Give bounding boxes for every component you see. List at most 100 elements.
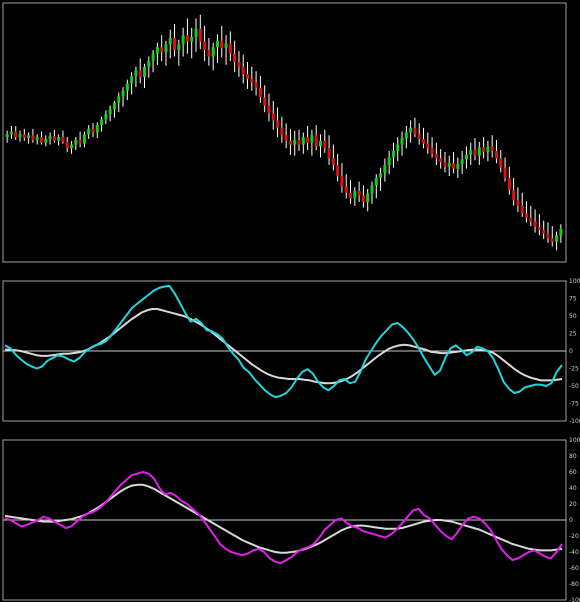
candle-body (482, 147, 486, 152)
candle-body (499, 158, 503, 168)
candle-body (190, 37, 194, 42)
candle-body (100, 119, 104, 126)
candle-body (203, 41, 207, 50)
candle-body (297, 139, 301, 145)
candle-body (31, 135, 35, 140)
candle-body (525, 213, 529, 218)
candle-body (391, 151, 395, 158)
candle-body (529, 217, 533, 222)
candle-body (357, 190, 361, 196)
candle-body (361, 195, 365, 203)
candle-body (546, 233, 550, 239)
candle-body (22, 134, 26, 139)
candle-body (224, 43, 228, 49)
y-tick-label: 75 (569, 296, 577, 303)
candle-body (151, 53, 155, 62)
candle-body (246, 74, 250, 79)
candle-body (555, 235, 559, 242)
candle-body (91, 128, 95, 133)
candle-body (173, 37, 177, 50)
y-tick-label: 100 (569, 437, 580, 444)
candle-body (44, 138, 48, 143)
candle-body (533, 221, 537, 228)
candle-body (198, 28, 202, 42)
candle-body (147, 61, 151, 67)
y-tick-label: 100 (569, 278, 580, 285)
candle-body (288, 140, 292, 145)
candle-body (250, 78, 254, 83)
candle-body (39, 137, 43, 143)
candle-body (447, 163, 451, 167)
candle-body (473, 150, 477, 156)
candle-body (185, 35, 189, 42)
y-tick-label: 0 (569, 348, 573, 355)
candle-body (314, 135, 318, 147)
candle-body (194, 28, 198, 38)
candle-body (417, 134, 421, 139)
candle-body (383, 164, 387, 174)
candle-body (95, 125, 99, 133)
candle-body (353, 190, 357, 199)
y-tick-label: 40 (569, 485, 577, 492)
candle-body (35, 137, 39, 140)
y-tick-label: 25 (569, 331, 577, 338)
candle-body (301, 137, 305, 145)
candle-body (142, 66, 147, 77)
candle-body (125, 83, 129, 91)
candle-body (413, 127, 417, 135)
candle-body (344, 186, 348, 193)
candle-body (366, 193, 370, 203)
candle-body (164, 44, 168, 52)
candle-body (507, 177, 511, 190)
candle-body (263, 97, 267, 106)
chart-canvas: 100 75 50 25 0 -25 -50 -75 -100 100 80 60 40 20 0 -20 -4… (2, 2, 580, 602)
candle-body (276, 120, 280, 128)
candle-body (254, 82, 258, 89)
candle-body (52, 136, 56, 141)
y-tick-label: -40 (569, 549, 579, 556)
candle-body (452, 163, 456, 169)
series-line (5, 308, 563, 385)
candle-body (57, 137, 61, 141)
candle-body (82, 134, 86, 144)
candle-body (134, 70, 138, 76)
candle-body (443, 162, 447, 167)
candle-body (409, 127, 413, 133)
candle-body (430, 148, 434, 154)
y-tick-label: -60 (569, 565, 579, 572)
candle-body (5, 134, 9, 138)
candle-body (70, 144, 74, 149)
candle-body (108, 109, 112, 114)
y-tick-label: 80 (569, 453, 577, 460)
candle-body (233, 53, 237, 63)
candle-body (211, 47, 215, 57)
candle-body (490, 146, 494, 152)
candle-body (237, 62, 241, 67)
candle-body (177, 44, 181, 50)
series-line (4, 284, 563, 399)
candle-body (396, 144, 400, 152)
candle-body (400, 138, 404, 145)
candle-body (327, 148, 331, 159)
candle-body (14, 131, 18, 138)
series-line (4, 471, 563, 565)
candle-body (61, 137, 65, 142)
candle-body (160, 47, 164, 52)
y-tick-label: 50 (569, 313, 577, 320)
candle-body (469, 150, 473, 155)
candle-body (9, 131, 13, 135)
candle-body (280, 127, 284, 136)
y-tick-label: -20 (569, 533, 579, 540)
candle-body (48, 136, 52, 139)
candle-body (439, 158, 443, 163)
candle-body (310, 135, 314, 143)
candle-body (228, 43, 232, 54)
candle-body (512, 189, 516, 201)
candle-body (65, 141, 69, 149)
candle-body (503, 167, 507, 178)
candle-body (271, 113, 275, 121)
candle-body (404, 132, 408, 139)
candle-body (207, 49, 211, 57)
candle-body (181, 35, 185, 45)
candle-body (340, 176, 344, 187)
